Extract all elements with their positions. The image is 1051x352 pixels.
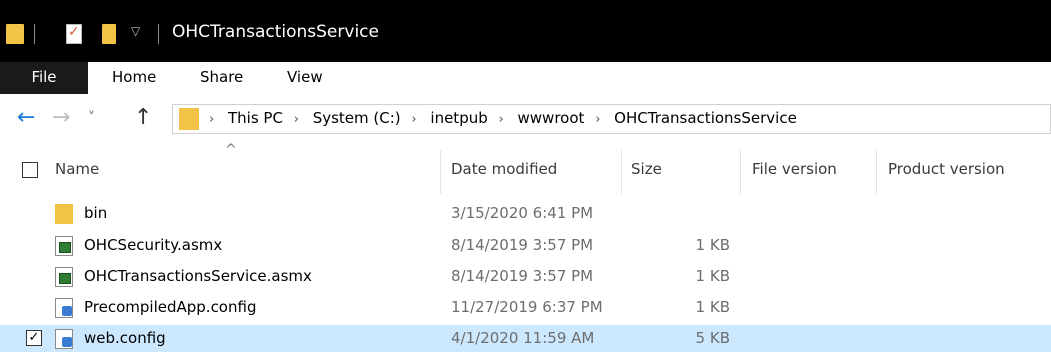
list-item[interactable]: OHCTransactionsService.asmx 8/14/2019 3:…: [0, 263, 1051, 290]
file-size: 5 KB: [695, 329, 730, 347]
breadcrumb-inetpub[interactable]: inetpub: [430, 109, 487, 127]
window-title: OHCTransactionsService: [172, 22, 379, 42]
file-date: 8/14/2019 3:57 PM: [451, 236, 594, 254]
breadcrumb-system-c[interactable]: System (C:): [313, 109, 401, 127]
column-divider[interactable]: [876, 150, 877, 194]
file-name: OHCTransactionsService.asmx: [84, 267, 312, 285]
forward-arrow-icon[interactable]: →: [52, 105, 70, 130]
breadcrumb-wwwroot[interactable]: wwwroot: [518, 109, 585, 127]
chevron-right-icon[interactable]: ›: [294, 112, 299, 127]
separator: [34, 24, 35, 44]
file-size: 1 KB: [695, 298, 730, 316]
ribbon-tabs: File Home Share View: [0, 62, 1051, 94]
properties-icon[interactable]: [66, 24, 82, 44]
address-area: ← → ˅ ↑ › This PC › System (C:) › inetpu…: [0, 96, 1051, 140]
file-date: 8/14/2019 3:57 PM: [451, 267, 594, 285]
sort-ascending-icon: ^: [225, 142, 237, 158]
list-item[interactable]: PrecompiledApp.config 11/27/2019 6:37 PM…: [0, 294, 1051, 321]
chevron-right-icon[interactable]: ›: [499, 112, 504, 127]
column-divider[interactable]: [621, 150, 622, 194]
column-divider[interactable]: [740, 150, 741, 194]
file-name: web.config: [84, 329, 166, 347]
folder-icon: [6, 24, 24, 44]
config-file-icon: [55, 329, 73, 349]
list-item[interactable]: bin 3/15/2020 6:41 PM: [0, 200, 1051, 227]
list-item-selected[interactable]: ✓ web.config 4/1/2020 11:59 AM 5 KB: [0, 325, 1051, 352]
folder-icon: [55, 204, 73, 224]
list-item[interactable]: OHCSecurity.asmx 8/14/2019 3:57 PM 1 KB: [0, 232, 1051, 259]
file-name: bin: [84, 204, 108, 222]
up-arrow-icon[interactable]: ↑: [134, 105, 152, 130]
breadcrumb-this-pc[interactable]: This PC: [228, 109, 283, 127]
select-all-checkbox[interactable]: [22, 162, 38, 178]
asmx-file-icon: [55, 267, 73, 287]
file-name: OHCSecurity.asmx: [84, 236, 223, 254]
new-folder-icon[interactable]: [102, 24, 116, 44]
file-date: 11/27/2019 6:37 PM: [451, 298, 603, 316]
breadcrumb: › This PC › System (C:) › inetpub › wwwr…: [207, 109, 801, 127]
column-name[interactable]: Name: [55, 160, 99, 178]
tab-share[interactable]: Share: [200, 62, 243, 94]
customize-dropdown-icon[interactable]: ▽: [131, 24, 140, 38]
chevron-right-icon: ›: [209, 112, 215, 127]
chevron-right-icon[interactable]: ›: [595, 112, 600, 127]
column-divider[interactable]: [440, 150, 441, 194]
file-date: 4/1/2020 11:59 AM: [451, 329, 595, 347]
config-file-icon: [55, 298, 73, 318]
tab-view[interactable]: View: [287, 62, 323, 94]
column-date-modified[interactable]: Date modified: [451, 160, 557, 178]
file-date: 3/15/2020 6:41 PM: [451, 204, 594, 222]
file-size: 1 KB: [695, 236, 730, 254]
back-arrow-icon[interactable]: ←: [17, 105, 35, 130]
column-header-row: ^ Name Date modified Size File version P…: [0, 142, 1051, 198]
chevron-right-icon[interactable]: ›: [411, 112, 416, 127]
folder-icon: [179, 108, 199, 130]
row-checkbox-checked-icon[interactable]: ✓: [26, 330, 42, 346]
address-bar[interactable]: › This PC › System (C:) › inetpub › wwwr…: [172, 104, 1051, 134]
column-file-version[interactable]: File version: [752, 160, 837, 178]
title-bar: ▽ OHCTransactionsService: [0, 0, 1051, 62]
file-name: PrecompiledApp.config: [84, 298, 257, 316]
file-size: 1 KB: [695, 267, 730, 285]
tab-file[interactable]: File: [0, 62, 88, 94]
breadcrumb-ohctransactionsservice[interactable]: OHCTransactionsService: [614, 109, 797, 127]
column-size[interactable]: Size: [631, 160, 662, 178]
separator: [158, 24, 159, 44]
tab-home[interactable]: Home: [112, 62, 156, 94]
recent-locations-chevron-down-icon[interactable]: ˅: [88, 110, 95, 126]
column-product-version[interactable]: Product version: [888, 160, 1005, 178]
asmx-file-icon: [55, 236, 73, 256]
